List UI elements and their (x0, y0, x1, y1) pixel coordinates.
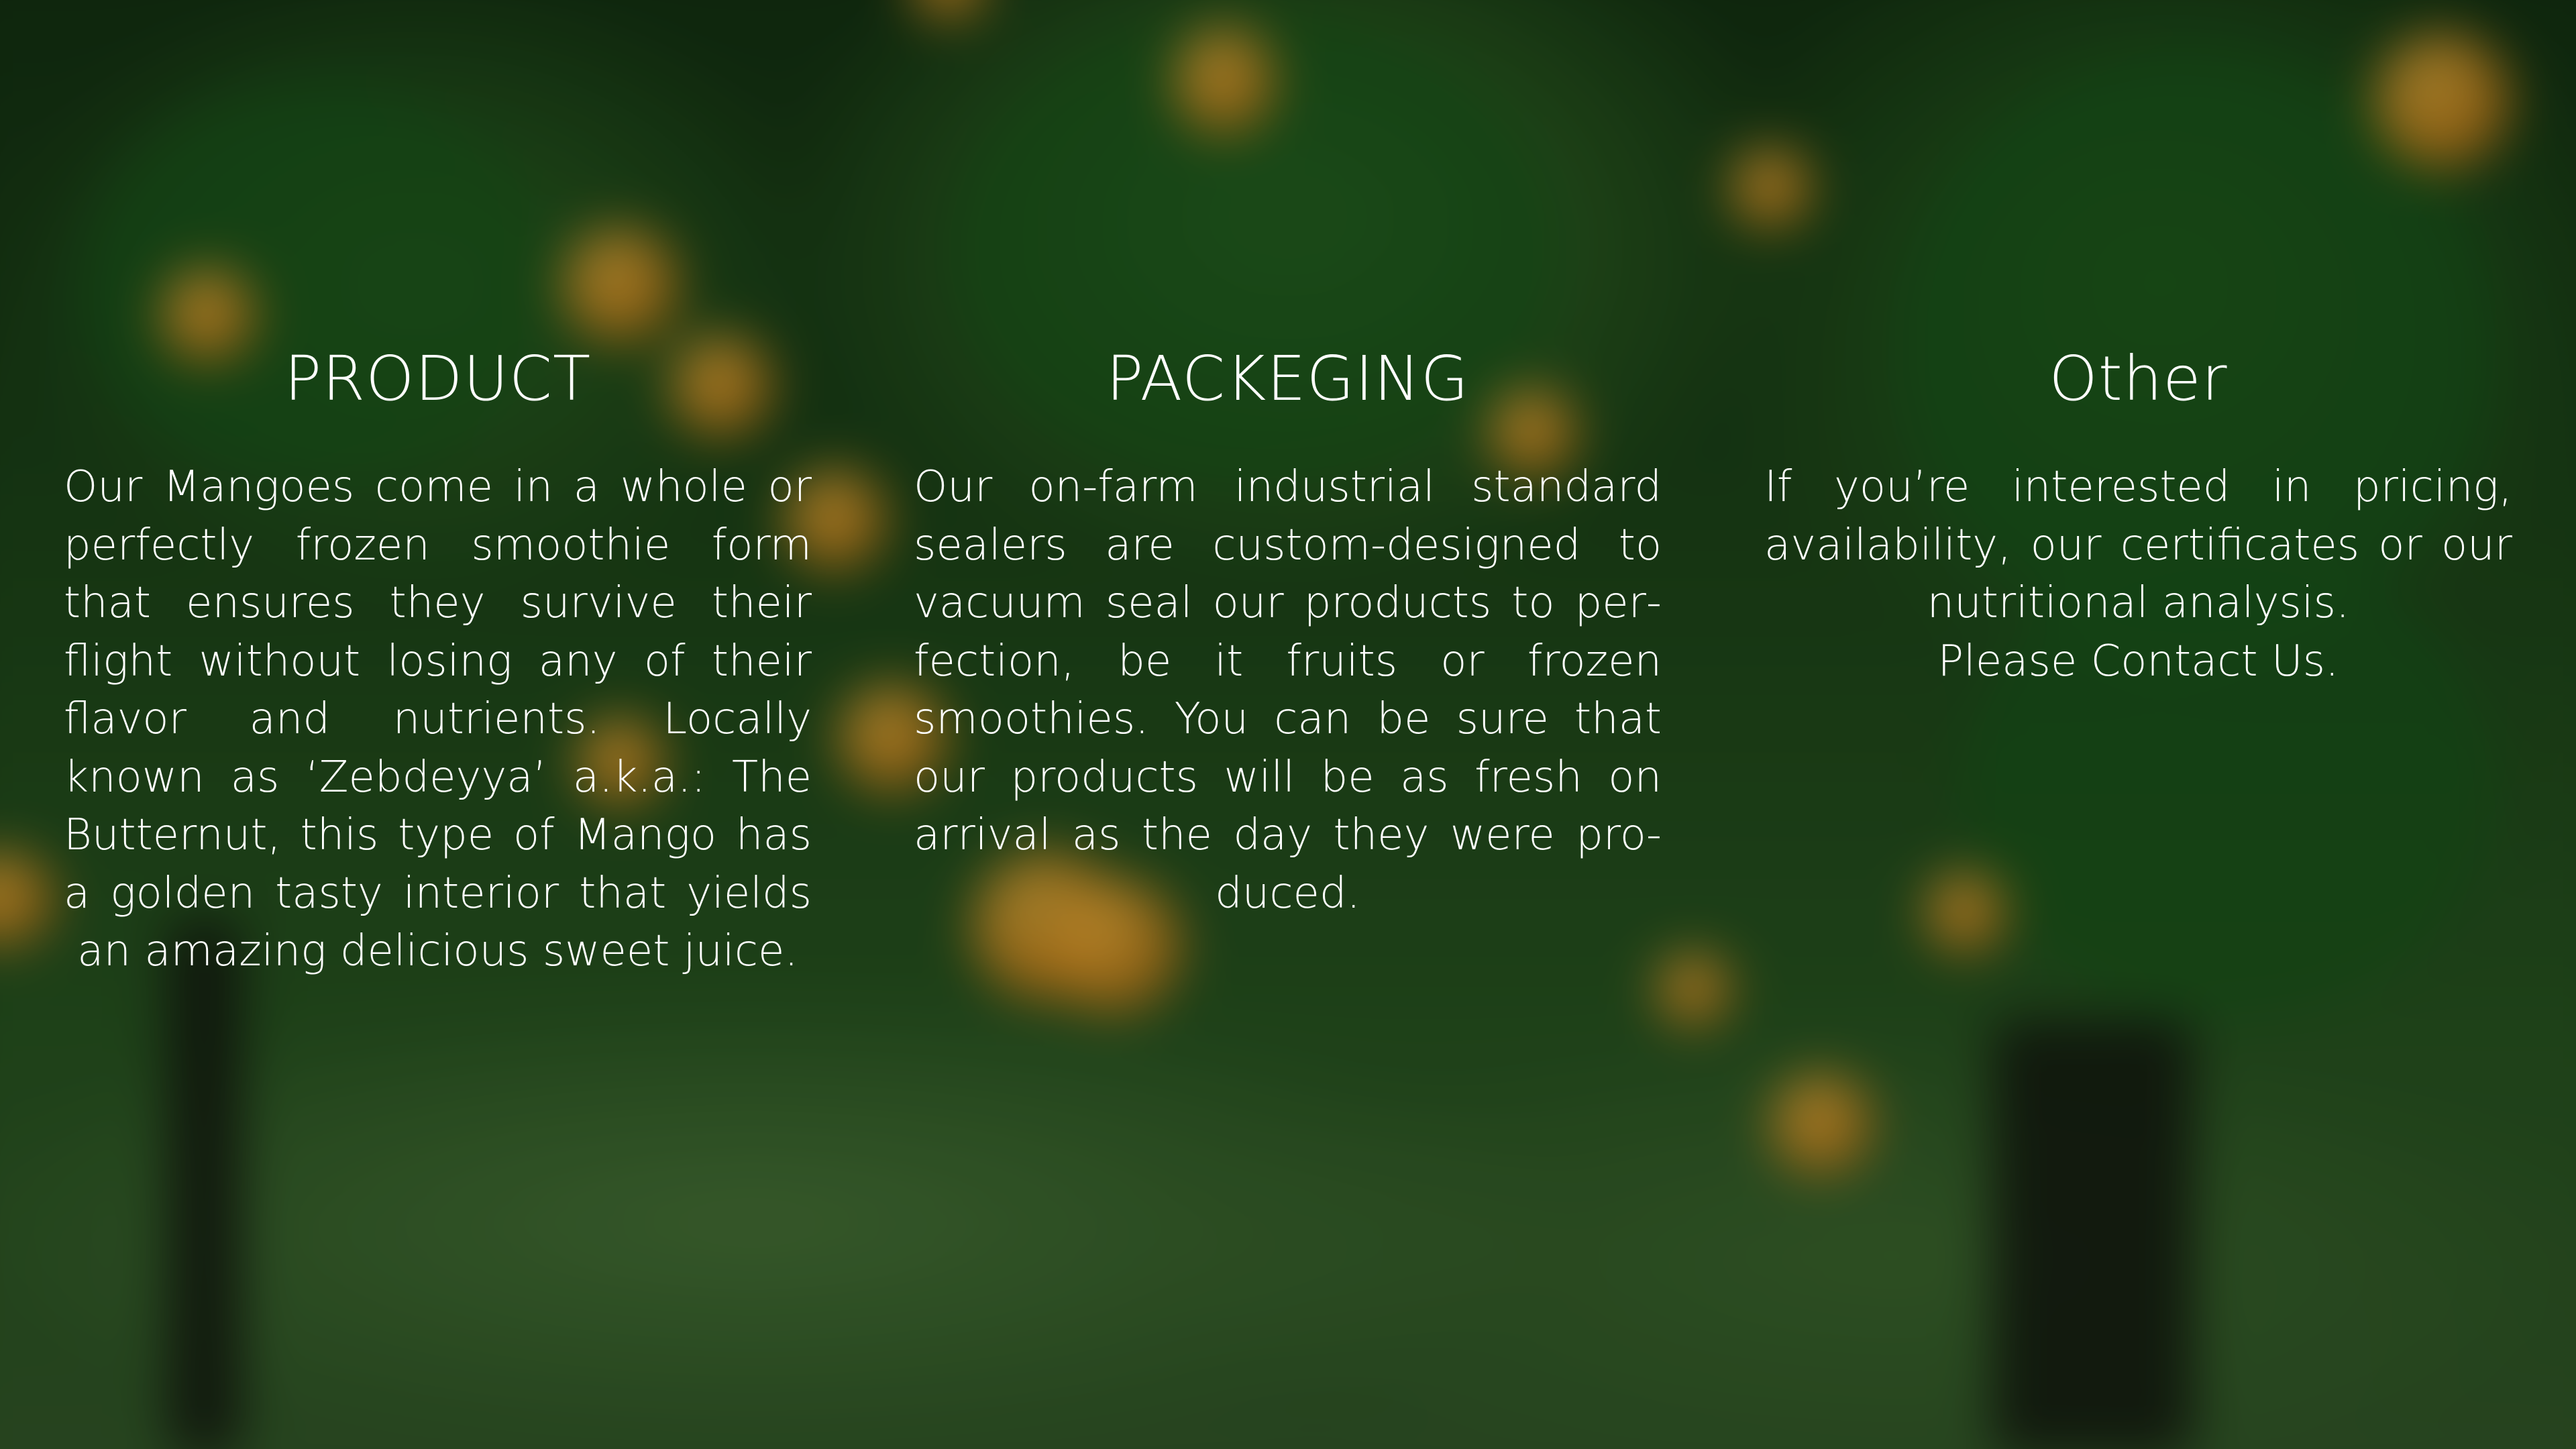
other-description-text: If you’re interested in pricing, availab… (1764, 462, 2512, 628)
packaging-section: PACKEGING Our on-farm industrial standar… (914, 339, 1662, 922)
product-description: Our Mangoes come in a whole or perfectly… (64, 462, 812, 976)
product-section: PRODUCT Our Mangoes come in a whole or p… (64, 339, 812, 981)
other-description: If you’re interested in pricing, availab… (1764, 458, 2512, 690)
packaging-description: Our on-farm industrial standard sealers … (914, 462, 1662, 918)
other-heading: Other (2049, 343, 2228, 415)
product-heading: PRODUCT (284, 343, 592, 415)
contact-us-link[interactable]: Please Contact Us. (1764, 633, 2512, 691)
page: PRODUCT Our Mangoes come in a whole or p… (0, 0, 2576, 1449)
other-section: Other If you’re interested in pricing, a… (1764, 339, 2512, 690)
packaging-heading: PACKEGING (1106, 343, 1470, 415)
info-columns: PRODUCT Our Mangoes come in a whole or p… (0, 339, 2576, 1144)
